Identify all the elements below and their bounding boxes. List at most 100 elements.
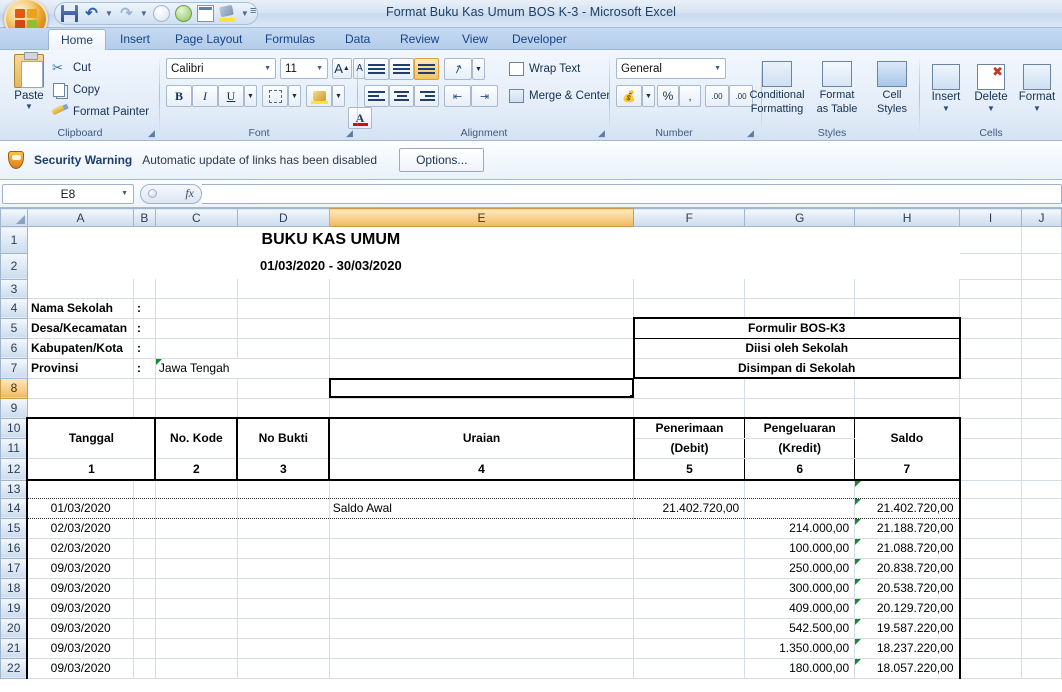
underline-button[interactable]: U	[218, 85, 244, 107]
column-header-C[interactable]: C	[154, 208, 238, 227]
cell-penerimaan-18[interactable]	[633, 578, 746, 599]
cell-G9[interactable]	[744, 398, 856, 419]
cell-penerimaan-14[interactable]: 21.402.720,00	[633, 498, 746, 519]
cell-C7-provinsi-value[interactable]: Jawa Tengah	[155, 358, 330, 379]
cut-button[interactable]: ✂ Cut	[52, 60, 91, 76]
cell-B21[interactable]	[133, 638, 156, 659]
cell-uraian-21[interactable]	[328, 638, 635, 659]
cell-kode-16[interactable]	[154, 538, 238, 559]
cell-E6[interactable]	[329, 338, 635, 359]
redo-icon[interactable]: ↷	[118, 5, 135, 22]
cell-H3[interactable]	[854, 279, 961, 299]
cell-J20[interactable]	[1021, 618, 1062, 639]
cell-penerimaan-22[interactable]	[633, 658, 746, 679]
insert-dropdown-icon[interactable]: ▼	[942, 104, 950, 113]
header-tanggal[interactable]: Tanggal	[26, 417, 157, 459]
cell-B9[interactable]	[133, 398, 156, 419]
cell-F4[interactable]	[633, 298, 746, 319]
cell-G1[interactable]	[744, 226, 855, 253]
cell-I13[interactable]	[959, 480, 1022, 499]
cell-bukti-17[interactable]	[236, 558, 330, 579]
fill-color-dropdown-icon[interactable]: ▼	[332, 85, 345, 107]
cell-uraian-19[interactable]	[328, 598, 635, 619]
bold-button[interactable]: B	[166, 85, 192, 107]
tab-view[interactable]: View	[450, 28, 500, 50]
cell-I22[interactable]	[959, 658, 1022, 679]
cell-J15[interactable]	[1021, 518, 1062, 539]
cell-J4[interactable]	[1021, 298, 1062, 319]
borders-button[interactable]	[262, 85, 288, 107]
cell-H2[interactable]	[854, 253, 960, 279]
cell-I14[interactable]	[959, 498, 1022, 519]
cell-penerimaan-19[interactable]	[633, 598, 746, 619]
cell-E7[interactable]	[329, 358, 635, 379]
wrap-text-button[interactable]: Wrap Text	[506, 58, 606, 80]
clipboard-dialog-launcher[interactable]: ◢	[146, 128, 157, 139]
row-header-19[interactable]: 19	[0, 597, 28, 619]
cell-J21[interactable]	[1021, 638, 1062, 659]
cell-J14[interactable]	[1021, 498, 1062, 519]
cell-B19[interactable]	[133, 598, 156, 619]
cell-G2[interactable]	[744, 253, 855, 279]
refresh-icon[interactable]	[174, 5, 192, 22]
header-no-bukti[interactable]: No Bukti	[237, 417, 331, 459]
align-right-button[interactable]	[414, 85, 439, 107]
cell-bukti-21[interactable]	[236, 638, 330, 659]
cell-kode-17[interactable]	[154, 558, 238, 579]
cell-I19[interactable]	[959, 598, 1022, 619]
cell-A8[interactable]	[27, 378, 134, 399]
cell-J8[interactable]	[1021, 378, 1062, 399]
cell-kode-19[interactable]	[154, 598, 238, 619]
cell-J9[interactable]	[1021, 398, 1062, 419]
cell-B15[interactable]	[133, 518, 156, 539]
cell-B18[interactable]	[133, 578, 156, 599]
header-num-3[interactable]: 3	[237, 457, 331, 481]
cell-B13[interactable]	[133, 480, 156, 499]
delete-cells-button[interactable]: ✖ Delete ▼	[968, 54, 1014, 122]
cell-penerimaan-15[interactable]	[633, 518, 746, 539]
fill-color-button[interactable]	[306, 85, 332, 107]
cell-bukti-18[interactable]	[236, 578, 330, 599]
tab-insert[interactable]: Insert	[108, 28, 162, 50]
cell-J1[interactable]	[1021, 226, 1062, 254]
align-bottom-button[interactable]	[414, 58, 439, 80]
cell-H8[interactable]	[854, 378, 961, 399]
cell-C13[interactable]	[154, 480, 238, 499]
cell-bukti-22[interactable]	[236, 658, 330, 679]
header-uraian[interactable]: Uraian	[329, 417, 635, 459]
comma-style-button[interactable]: ,	[679, 85, 701, 107]
cell-J19[interactable]	[1021, 598, 1062, 619]
cell-E8-selected[interactable]	[329, 378, 635, 399]
cell-styles-button[interactable]: Cell Styles	[866, 54, 918, 122]
delete-dropdown-icon[interactable]: ▼	[987, 104, 995, 113]
cell-pengeluaran-20[interactable]: 542.500,00	[744, 618, 856, 639]
cell-kode-22[interactable]	[154, 658, 238, 679]
cell-E13[interactable]	[328, 480, 635, 499]
column-header-D[interactable]: D	[236, 208, 330, 227]
align-center-button[interactable]	[389, 85, 414, 107]
cell-uraian-18[interactable]	[328, 578, 635, 599]
tab-page-layout[interactable]: Page Layout	[163, 28, 254, 50]
open-icon[interactable]	[152, 5, 170, 22]
cell-F8[interactable]	[633, 378, 746, 399]
row-header-21[interactable]: 21	[0, 637, 28, 659]
cell-tanggal-16[interactable]: 02/03/2020	[26, 538, 134, 559]
cell-kode-21[interactable]	[154, 638, 238, 659]
row-header-6[interactable]: 6	[0, 337, 28, 359]
header-pengeluaran[interactable]: Pengeluaran	[744, 417, 856, 439]
paste-button[interactable]: Paste ▼	[6, 52, 52, 111]
spreadsheet-grid[interactable]: A B C D E F G H I J 1 BUKU KAS UMUM 2 01…	[0, 208, 1062, 692]
tab-data[interactable]: Data	[333, 28, 382, 50]
row-header-10[interactable]: 10	[0, 417, 28, 439]
font-dialog-launcher[interactable]: ◢	[344, 128, 355, 139]
cell-bukti-14[interactable]	[236, 498, 330, 519]
cell-I7[interactable]	[958, 358, 1022, 379]
cell-F1[interactable]	[633, 226, 745, 253]
cell-I12[interactable]	[959, 458, 1022, 481]
header-num-4[interactable]: 4	[329, 457, 635, 481]
accounting-dropdown-icon[interactable]: ▼	[642, 85, 655, 107]
cell-B17[interactable]	[133, 558, 156, 579]
cell-bukti-20[interactable]	[236, 618, 330, 639]
header-num-5[interactable]: 5	[633, 457, 746, 481]
font-name-select[interactable]: Calibri ▼	[166, 58, 276, 79]
